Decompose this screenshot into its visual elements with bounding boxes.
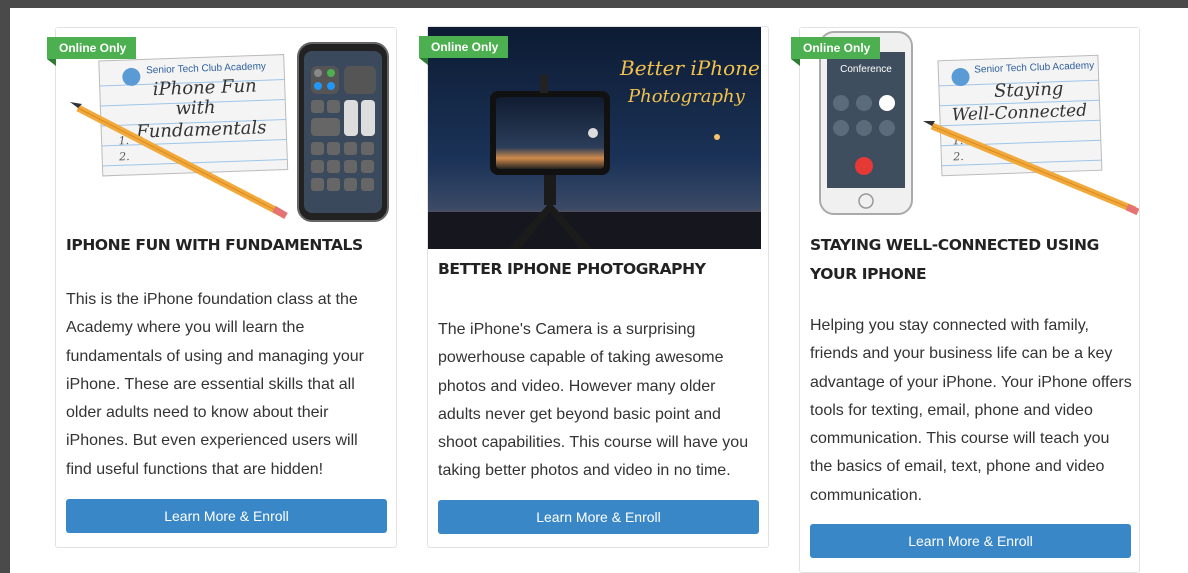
iphone-call-screen-icon: Conference: [819, 31, 913, 215]
course-card-photography: Online Only Better iPhone Photography BE…: [419, 26, 769, 548]
course-title[interactable]: STAYING WELL-CONNECTED USING YOUR IPHONE: [810, 231, 1132, 289]
iphone-control-center-icon: [297, 42, 389, 222]
call-label: Conference: [840, 64, 892, 75]
course-description: This is the iPhone foundation class at t…: [66, 291, 364, 478]
learn-more-enroll-button[interactable]: Learn More & Enroll: [66, 499, 387, 533]
image-title-line2: with: [175, 97, 216, 119]
photography-illustration: Better iPhone Photography: [428, 27, 761, 249]
online-only-badge: Online Only: [47, 37, 137, 66]
online-only-badge: Online Only: [419, 36, 509, 65]
course-image-photography[interactable]: Better iPhone Photography: [428, 27, 761, 249]
course-title[interactable]: IPHONE FUN WITH FUNDAMENTALS: [66, 231, 388, 260]
course-description: The iPhone's Camera is a surprising powe…: [438, 321, 749, 480]
image-title-line2: Photography: [627, 86, 746, 107]
course-card-iphone-fun: Online Only Senior Tech Club Academy iPh…: [47, 27, 397, 548]
course-card-well-connected: Online Only Conference Senior Tech Club …: [791, 27, 1140, 573]
online-only-badge: Online Only: [791, 37, 881, 66]
list-number-2: 2.: [952, 150, 964, 163]
learn-more-enroll-button[interactable]: Learn More & Enroll: [438, 500, 759, 534]
list-number-2: 2.: [118, 150, 130, 163]
course-title[interactable]: BETTER IPHONE PHOTOGRAPHY: [438, 255, 760, 284]
page-frame: Online Only Senior Tech Club Academy iPh…: [10, 8, 1188, 573]
image-title-line1: Better iPhone: [619, 56, 760, 80]
image-title-line1: Staying: [994, 78, 1064, 101]
course-description: Helping you stay connected with family, …: [810, 317, 1132, 504]
learn-more-enroll-button[interactable]: Learn More & Enroll: [810, 524, 1131, 558]
